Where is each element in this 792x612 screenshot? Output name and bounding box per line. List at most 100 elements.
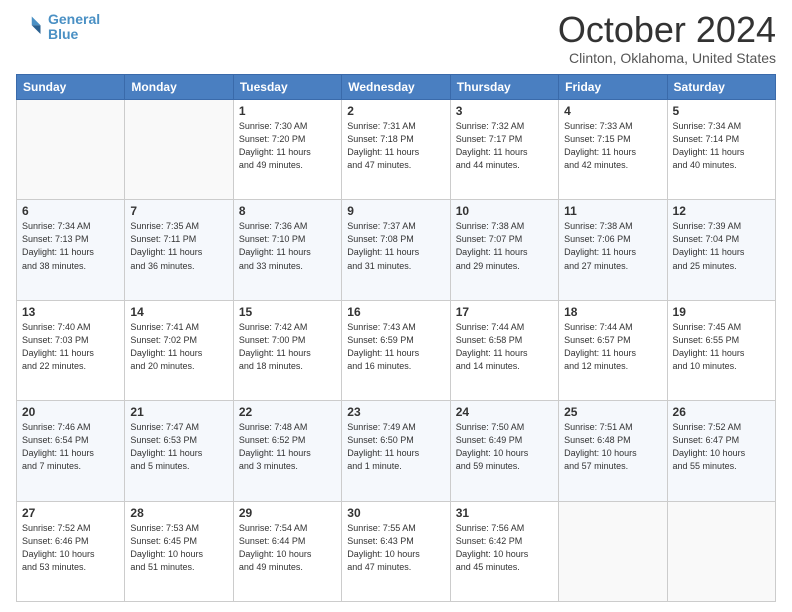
day-number: 21 <box>130 405 227 419</box>
weekday-header: Tuesday <box>233 75 341 100</box>
calendar-day-cell: 15 Sunrise: 7:42 AM Sunset: 7:00 PM Dayli… <box>233 300 341 400</box>
day-number: 24 <box>456 405 553 419</box>
day-info: Sunrise: 7:44 AM Sunset: 6:57 PM Dayligh… <box>564 321 661 373</box>
calendar-week-row: 27 Sunrise: 7:52 AM Sunset: 6:46 PM Dayli… <box>17 501 776 601</box>
day-info: Sunrise: 7:32 AM Sunset: 7:17 PM Dayligh… <box>456 120 553 172</box>
header: General Blue October 2024 Clinton, Oklah… <box>16 12 776 66</box>
location: Clinton, Oklahoma, United States <box>558 50 776 66</box>
weekday-header: Sunday <box>17 75 125 100</box>
weekday-header: Wednesday <box>342 75 450 100</box>
day-number: 25 <box>564 405 661 419</box>
calendar-day-cell: 19 Sunrise: 7:45 AM Sunset: 6:55 PM Dayli… <box>667 300 775 400</box>
day-number: 29 <box>239 506 336 520</box>
day-number: 26 <box>673 405 770 419</box>
calendar-day-cell: 30Sunrise: 7:55 AM Sunset: 6:43 PM Dayli… <box>342 501 450 601</box>
day-number: 20 <box>22 405 119 419</box>
day-number: 27 <box>22 506 119 520</box>
logo-line2: Blue <box>48 26 78 42</box>
calendar-day-cell <box>17 100 125 200</box>
calendar-day-cell: 16 Sunrise: 7:43 AM Sunset: 6:59 PM Dayli… <box>342 300 450 400</box>
day-number: 13 <box>22 305 119 319</box>
day-info: Sunrise: 7:45 AM Sunset: 6:55 PM Dayligh… <box>673 321 770 373</box>
weekday-header: Friday <box>559 75 667 100</box>
weekday-header: Monday <box>125 75 233 100</box>
calendar-day-cell: 9Sunrise: 7:37 AM Sunset: 7:08 PM Daylig… <box>342 200 450 300</box>
day-number: 12 <box>673 204 770 218</box>
calendar-day-cell: 6 Sunrise: 7:34 AM Sunset: 7:13 PM Daylig… <box>17 200 125 300</box>
day-number: 19 <box>673 305 770 319</box>
calendar-table: SundayMondayTuesdayWednesdayThursdayFrid… <box>16 74 776 602</box>
title-block: October 2024 Clinton, Oklahoma, United S… <box>558 12 776 66</box>
day-number: 3 <box>456 104 553 118</box>
calendar-day-cell: 25Sunrise: 7:51 AM Sunset: 6:48 PM Dayli… <box>559 401 667 501</box>
logo: General Blue <box>16 12 100 43</box>
calendar-day-cell <box>667 501 775 601</box>
day-info: Sunrise: 7:53 AM Sunset: 6:45 PM Dayligh… <box>130 522 227 574</box>
day-info: Sunrise: 7:39 AM Sunset: 7:04 PM Dayligh… <box>673 220 770 272</box>
calendar-day-cell <box>125 100 233 200</box>
calendar-day-cell: 29 Sunrise: 7:54 AM Sunset: 6:44 PM Dayli… <box>233 501 341 601</box>
day-info: Sunrise: 7:44 AM Sunset: 6:58 PM Dayligh… <box>456 321 553 373</box>
calendar-day-cell: 12 Sunrise: 7:39 AM Sunset: 7:04 PM Dayli… <box>667 200 775 300</box>
calendar-day-cell: 21 Sunrise: 7:47 AM Sunset: 6:53 PM Dayli… <box>125 401 233 501</box>
day-info: Sunrise: 7:38 AM Sunset: 7:07 PM Dayligh… <box>456 220 553 272</box>
day-info: Sunrise: 7:46 AM Sunset: 6:54 PM Dayligh… <box>22 421 119 473</box>
day-info: Sunrise: 7:40 AM Sunset: 7:03 PM Dayligh… <box>22 321 119 373</box>
calendar-day-cell: 18 Sunrise: 7:44 AM Sunset: 6:57 PM Dayli… <box>559 300 667 400</box>
weekday-header: Saturday <box>667 75 775 100</box>
calendar-day-cell: 11Sunrise: 7:38 AM Sunset: 7:06 PM Dayli… <box>559 200 667 300</box>
day-info: Sunrise: 7:47 AM Sunset: 6:53 PM Dayligh… <box>130 421 227 473</box>
day-number: 28 <box>130 506 227 520</box>
day-number: 18 <box>564 305 661 319</box>
day-info: Sunrise: 7:52 AM Sunset: 6:46 PM Dayligh… <box>22 522 119 574</box>
day-info: Sunrise: 7:48 AM Sunset: 6:52 PM Dayligh… <box>239 421 336 473</box>
day-number: 23 <box>347 405 444 419</box>
day-info: Sunrise: 7:42 AM Sunset: 7:00 PM Dayligh… <box>239 321 336 373</box>
month-title: October 2024 <box>558 12 776 48</box>
logo-icon <box>16 13 44 41</box>
day-number: 22 <box>239 405 336 419</box>
calendar-day-cell: 23Sunrise: 7:49 AM Sunset: 6:50 PM Dayli… <box>342 401 450 501</box>
calendar-day-cell: 20 Sunrise: 7:46 AM Sunset: 6:54 PM Dayli… <box>17 401 125 501</box>
calendar-week-row: 1 Sunrise: 7:30 AM Sunset: 7:20 PM Daylig… <box>17 100 776 200</box>
calendar-day-cell: 22 Sunrise: 7:48 AM Sunset: 6:52 PM Dayli… <box>233 401 341 501</box>
day-number: 14 <box>130 305 227 319</box>
day-info: Sunrise: 7:50 AM Sunset: 6:49 PM Dayligh… <box>456 421 553 473</box>
day-number: 16 <box>347 305 444 319</box>
day-info: Sunrise: 7:31 AM Sunset: 7:18 PM Dayligh… <box>347 120 444 172</box>
day-number: 15 <box>239 305 336 319</box>
calendar-week-row: 13 Sunrise: 7:40 AM Sunset: 7:03 PM Dayli… <box>17 300 776 400</box>
weekday-header: Thursday <box>450 75 558 100</box>
calendar-day-cell: 8Sunrise: 7:36 AM Sunset: 7:10 PM Daylig… <box>233 200 341 300</box>
day-info: Sunrise: 7:43 AM Sunset: 6:59 PM Dayligh… <box>347 321 444 373</box>
day-number: 10 <box>456 204 553 218</box>
day-info: Sunrise: 7:33 AM Sunset: 7:15 PM Dayligh… <box>564 120 661 172</box>
day-info: Sunrise: 7:38 AM Sunset: 7:06 PM Dayligh… <box>564 220 661 272</box>
calendar-day-cell: 31Sunrise: 7:56 AM Sunset: 6:42 PM Dayli… <box>450 501 558 601</box>
day-number: 30 <box>347 506 444 520</box>
calendar-day-cell: 7 Sunrise: 7:35 AM Sunset: 7:11 PM Daylig… <box>125 200 233 300</box>
day-number: 2 <box>347 104 444 118</box>
day-info: Sunrise: 7:54 AM Sunset: 6:44 PM Dayligh… <box>239 522 336 574</box>
day-info: Sunrise: 7:52 AM Sunset: 6:47 PM Dayligh… <box>673 421 770 473</box>
day-number: 1 <box>239 104 336 118</box>
calendar-day-cell: 17 Sunrise: 7:44 AM Sunset: 6:58 PM Dayli… <box>450 300 558 400</box>
day-info: Sunrise: 7:35 AM Sunset: 7:11 PM Dayligh… <box>130 220 227 272</box>
calendar-day-cell: 5Sunrise: 7:34 AM Sunset: 7:14 PM Daylig… <box>667 100 775 200</box>
day-number: 6 <box>22 204 119 218</box>
calendar-day-cell: 10 Sunrise: 7:38 AM Sunset: 7:07 PM Dayli… <box>450 200 558 300</box>
day-info: Sunrise: 7:34 AM Sunset: 7:13 PM Dayligh… <box>22 220 119 272</box>
calendar-header-row: SundayMondayTuesdayWednesdayThursdayFrid… <box>17 75 776 100</box>
day-number: 5 <box>673 104 770 118</box>
day-info: Sunrise: 7:56 AM Sunset: 6:42 PM Dayligh… <box>456 522 553 574</box>
calendar-day-cell <box>559 501 667 601</box>
day-number: 17 <box>456 305 553 319</box>
day-info: Sunrise: 7:30 AM Sunset: 7:20 PM Dayligh… <box>239 120 336 172</box>
calendar-day-cell: 2 Sunrise: 7:31 AM Sunset: 7:18 PM Daylig… <box>342 100 450 200</box>
calendar-day-cell: 1 Sunrise: 7:30 AM Sunset: 7:20 PM Daylig… <box>233 100 341 200</box>
day-info: Sunrise: 7:37 AM Sunset: 7:08 PM Dayligh… <box>347 220 444 272</box>
calendar-day-cell: 27 Sunrise: 7:52 AM Sunset: 6:46 PM Dayli… <box>17 501 125 601</box>
calendar-week-row: 20 Sunrise: 7:46 AM Sunset: 6:54 PM Dayli… <box>17 401 776 501</box>
day-info: Sunrise: 7:36 AM Sunset: 7:10 PM Dayligh… <box>239 220 336 272</box>
day-number: 7 <box>130 204 227 218</box>
